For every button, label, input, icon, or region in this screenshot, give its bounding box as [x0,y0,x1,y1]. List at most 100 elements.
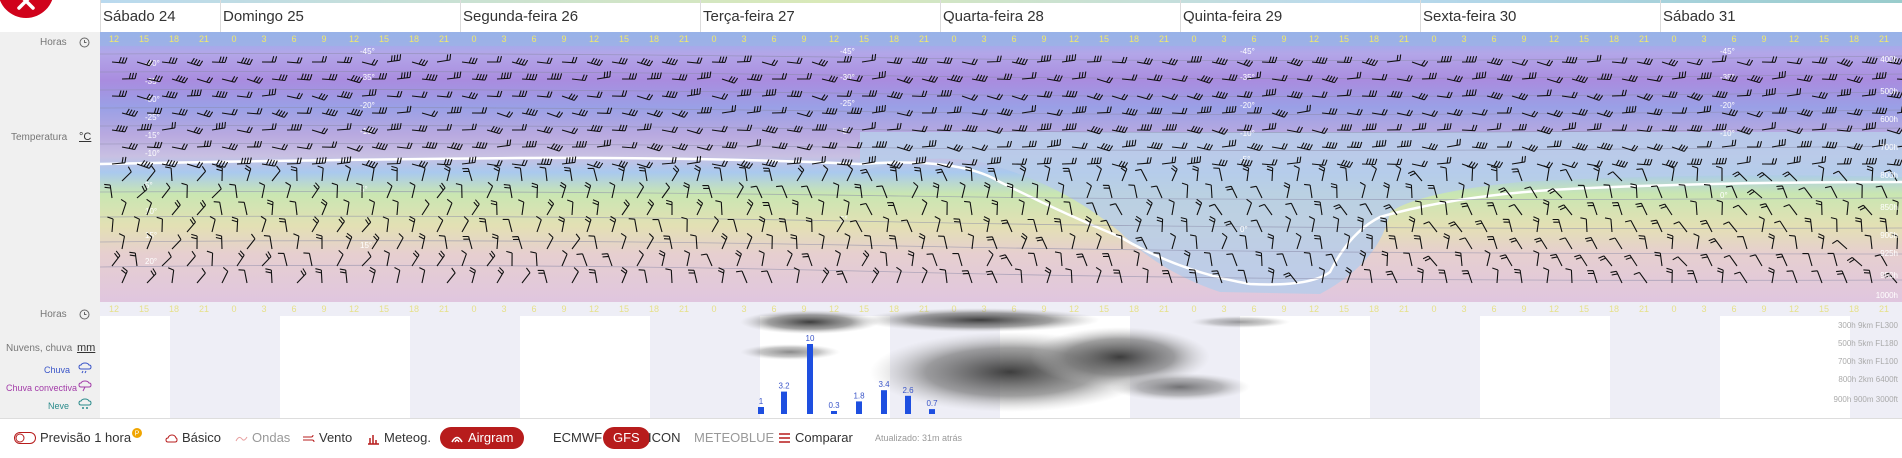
hour-label: 3 [741,304,746,314]
temp-label: -45° [1240,47,1255,56]
pressure-label: 700h [1880,143,1898,152]
cloud-level-label: 300h 9km FL300 [1838,321,1899,330]
hour-label: 21 [439,304,449,314]
rain-unit[interactable]: mm [77,342,95,354]
hour-label: 21 [1879,304,1889,314]
cloud-level-label: 800h 2km 6400ft [1838,375,1898,384]
cloud-level-label: 700h 3km FL100 [1838,357,1899,366]
hourly-forecast-label: Previsão 1 hora [40,430,132,445]
model-gfs-label: GFS [613,430,640,445]
airgram-chart[interactable]: 12 15 18 21 0 3 6 9 12 15 18 21 0 3 6 9 12 15 18 21 0 3 6 9 12 15… [100,32,1902,302]
clock-icon [79,37,90,48]
hour-label: 6 [771,34,776,44]
toggle-icon [14,432,36,444]
model-ecmwf[interactable]: ECMWF [553,427,602,449]
clouds-precip-chart[interactable]: 12 15 18 21 0 3 6 9 12 15 18 21 0 3 6 9 12 15 18 21 0 3 6 9 12 15… [100,302,1902,418]
day-label: Domingo 25 [220,0,460,32]
precip-value: 0.7 [926,399,938,408]
hour-label: 9 [801,34,806,44]
wind-tab[interactable]: Vento [302,427,352,449]
hour-label: 21 [199,304,209,314]
hour-label: 12 [1309,304,1319,314]
wind-icon [303,434,315,442]
close-button[interactable] [0,0,54,18]
day-label: Sábado 31 [1660,0,1902,32]
temp-label: -20° [1240,101,1255,110]
hour-label: 0 [1191,34,1196,44]
hour-label: 9 [321,304,326,314]
temp-label: -45° [1720,47,1735,56]
pressure-label: 400h [1880,55,1898,64]
pressure-label: 500h [1880,87,1898,96]
precip-value: 10 [806,334,815,343]
temperature-label: Temperatura [11,132,68,143]
temperature-unit[interactable]: °C [79,131,91,143]
hour-label: 21 [439,34,449,44]
hour-label: 21 [679,304,689,314]
hour-label: 18 [1369,304,1379,314]
hour-label: 18 [1369,34,1379,44]
hour-label: 12 [589,34,599,44]
clock-icon [79,309,90,320]
snow-cloud-icon [78,398,92,409]
convective-cloud-icon [78,380,92,392]
hour-label: 18 [1849,304,1859,314]
precip-value: 1 [759,397,764,406]
hour-label: 9 [1041,34,1046,44]
hour-label: 15 [1579,304,1589,314]
model-meteoblue[interactable]: METEOBLUE [694,427,774,449]
hour-label: 9 [1281,34,1286,44]
hour-label: 15 [1339,304,1349,314]
temp-label: -20° [1720,101,1735,110]
hour-label: 15 [619,304,629,314]
hour-label: 18 [409,304,419,314]
hour-label: 6 [291,34,296,44]
hour-label: 18 [649,34,659,44]
hour-label: 0 [711,304,716,314]
hour-label: 9 [1761,304,1766,314]
compare-button[interactable]: Comparar [778,427,853,449]
temp-label: -45° [840,47,855,56]
hour-label: 15 [859,34,869,44]
hour-label: 6 [1731,304,1736,314]
close-icon [17,0,35,10]
hour-label: 3 [1701,34,1706,44]
day-label: Segunda-feira 26 [460,0,700,32]
waves-tab[interactable]: Ondas [235,427,290,449]
hour-label: 12 [109,34,119,44]
hour-label: 21 [1159,34,1169,44]
model-icon[interactable]: ICON [648,427,681,449]
hour-label: 15 [859,304,869,314]
meteogram-tab[interactable]: Meteog. [367,427,431,449]
hourly-forecast-toggle[interactable]: Previsão 1 hora P [14,427,143,449]
hour-label: 0 [1431,304,1436,314]
hour-label: 18 [169,34,179,44]
bottom-toolbar: Previsão 1 hora P Básico Ondas Vento Met… [0,418,1902,458]
hour-label: 3 [261,304,266,314]
hour-label: 15 [619,34,629,44]
hour-label: 15 [1099,34,1109,44]
precip-bar [929,409,935,414]
hour-label: 21 [1879,34,1889,44]
hour-label: 21 [1639,304,1649,314]
svg-text:P: P [135,431,140,438]
basic-tab[interactable]: Básico [165,427,221,449]
model-gfs[interactable]: GFS [603,427,650,449]
temp-label: 5° [840,215,848,224]
hour-label: 3 [1701,304,1706,314]
hour-label: 18 [889,34,899,44]
hour-label: 3 [1461,34,1466,44]
hour-label: 12 [1549,304,1559,314]
hour-label: 9 [1281,304,1286,314]
hour-label: 21 [1399,304,1409,314]
rain-cloud-icon [78,362,92,374]
hour-label: 15 [1339,34,1349,44]
hour-label: 3 [1221,304,1226,314]
hour-label: 18 [1609,34,1619,44]
hour-label: 6 [1011,34,1016,44]
hour-label: 0 [231,304,236,314]
pressure-label: 925h [1880,249,1898,258]
hour-label: 6 [531,304,536,314]
airgram-tab[interactable]: Airgram [440,427,524,449]
model-icon-label: ICON [648,430,681,445]
